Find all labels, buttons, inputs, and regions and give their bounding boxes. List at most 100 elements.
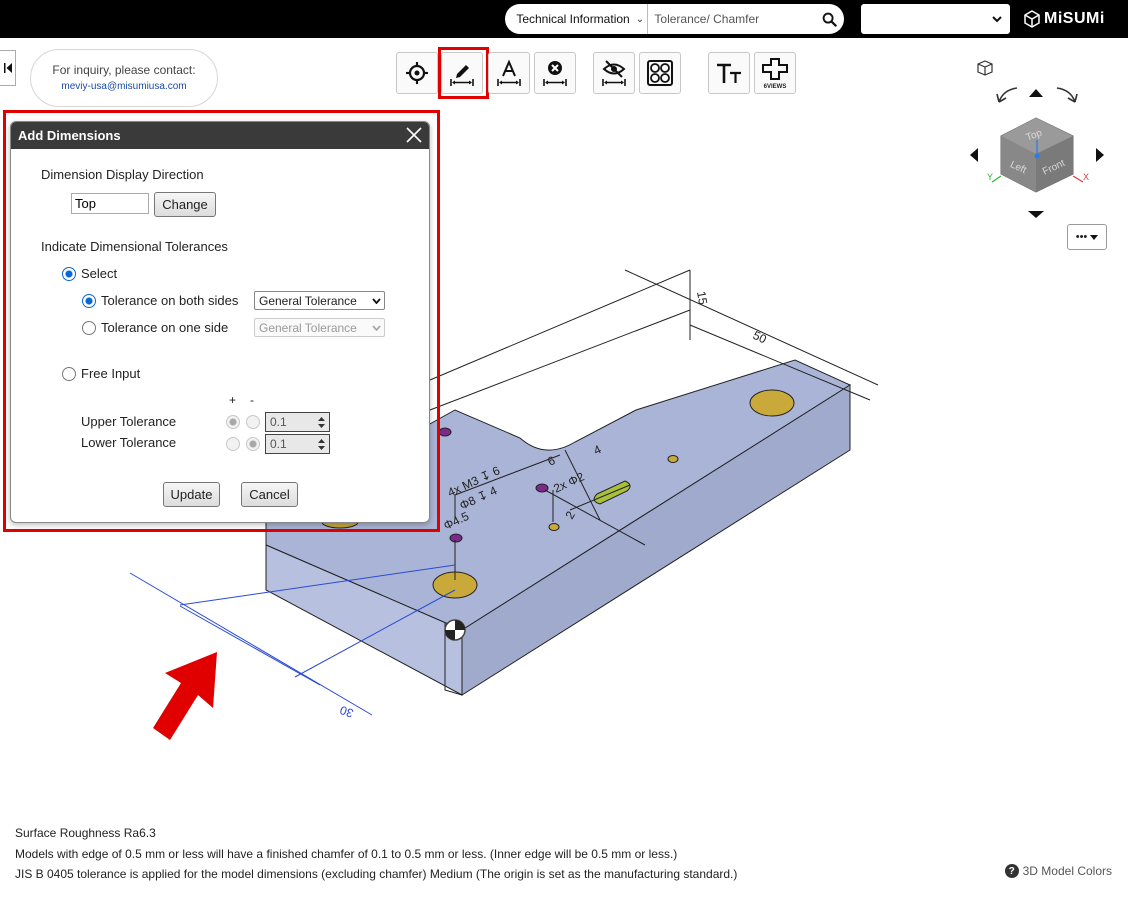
arrow-left-icon[interactable] <box>970 148 978 162</box>
model-colors-link[interactable]: ? 3D Model Colors <box>1004 864 1112 878</box>
lower-minus-radio[interactable] <box>246 437 260 451</box>
six-views-label: 6VIEWS <box>763 84 787 90</box>
dim-label: 50 <box>751 328 769 346</box>
small-cube-icon[interactable] <box>977 60 993 76</box>
one-side-tolerance-select[interactable]: General Tolerance <box>254 318 385 337</box>
eye-slash-dimension-icon <box>602 60 626 86</box>
one-side-radio[interactable] <box>82 321 96 335</box>
search-bar: Technical Information ⌄ <box>505 4 844 34</box>
both-sides-label: Tolerance on both sides <box>101 293 239 308</box>
both-sides-select-value: General Tolerance <box>259 293 357 308</box>
red-pointer-arrow <box>153 652 217 740</box>
holes-grid-icon <box>647 60 673 86</box>
collapse-left-icon <box>3 63 12 73</box>
caret-down-icon <box>1090 234 1099 240</box>
select-radio[interactable] <box>62 267 76 281</box>
upper-plus-radio[interactable] <box>226 415 240 429</box>
dim-label: 15 <box>694 290 710 306</box>
more-options-label: ••• <box>1075 231 1088 243</box>
both-sides-radio[interactable] <box>82 294 96 308</box>
search-category-label: Technical Information <box>516 12 630 26</box>
select-label: Select <box>81 266 118 281</box>
rotate-right-icon[interactable] <box>1056 87 1078 103</box>
update-button[interactable]: Update <box>163 482 220 507</box>
stepper-arrows-icon <box>318 416 325 428</box>
dialog-title: Add Dimensions <box>18 128 121 143</box>
free-input-radio[interactable] <box>62 367 76 381</box>
text-size-tool-button[interactable] <box>708 52 750 94</box>
chevron-down-icon: ⌄ <box>635 13 645 25</box>
hole-large-back <box>749 389 795 417</box>
six-views-tool-button[interactable]: 6VIEWS <box>754 52 796 94</box>
footer-notes: Surface Roughness Ra6.3 Models with edge… <box>15 823 737 885</box>
change-button[interactable]: Change <box>154 192 216 217</box>
search-button[interactable] <box>815 4 844 34</box>
hide-dimension-tool-button[interactable] <box>593 52 635 94</box>
one-side-select-value: General Tolerance <box>259 320 357 335</box>
both-sides-tolerance-select[interactable]: General Tolerance <box>254 291 385 310</box>
chevron-down-icon <box>372 297 381 304</box>
upper-tolerance-stepper[interactable]: 0.1 <box>265 412 330 432</box>
more-options-button[interactable]: ••• <box>1067 224 1107 250</box>
chevron-down-icon <box>372 324 381 331</box>
footer-line: Models with edge of 0.5 mm or less will … <box>15 846 678 861</box>
one-side-label: Tolerance on one side <box>101 320 229 335</box>
dialog-body: Dimension Display Direction Change Indic… <box>11 149 429 522</box>
minus-header: - <box>250 393 254 407</box>
rotate-left-icon[interactable] <box>996 87 1018 103</box>
upper-tolerance-label: Upper Tolerance <box>81 414 177 429</box>
six-views-icon <box>762 58 788 80</box>
footer-line: JIS B 0405 tolerance is applied for the … <box>15 867 738 881</box>
rotate-up-icon[interactable] <box>1029 89 1043 97</box>
hole-display-tool-button[interactable] <box>639 52 681 94</box>
language-select[interactable] <box>861 4 1010 34</box>
hole-small <box>548 523 560 531</box>
logo-text: MiSUMi <box>1044 10 1105 27</box>
letter-dimension-icon <box>497 59 521 86</box>
lower-plus-radio[interactable] <box>226 437 240 451</box>
inquiry-text: For inquiry, please contact: <box>52 63 196 77</box>
upper-minus-radio[interactable] <box>246 415 260 429</box>
text-dimension-tool-button[interactable] <box>488 52 530 94</box>
search-category-select[interactable]: Technical Information ⌄ <box>505 4 649 34</box>
tolerance-section-label: Indicate Dimensional Tolerances <box>41 239 228 254</box>
arrow-right-icon[interactable] <box>1096 148 1104 162</box>
inquiry-box: For inquiry, please contact: meviy-usa@m… <box>30 49 218 107</box>
plus-header: + <box>229 393 237 407</box>
chevron-down-icon <box>992 16 1002 23</box>
axis-y-label: Y <box>987 172 993 182</box>
model-colors-label: 3D Model Colors <box>1022 864 1112 878</box>
delete-dimension-tool-button[interactable] <box>534 52 576 94</box>
search-icon <box>822 12 837 27</box>
collapse-panel-button[interactable] <box>0 50 16 86</box>
hole-purple <box>449 533 463 543</box>
arrow-down-icon[interactable] <box>1028 211 1044 218</box>
axis-x-label: X <box>1083 172 1089 182</box>
free-input-label: Free Input <box>81 366 141 381</box>
view-cube-navigator: Top Left Front Y X <box>965 58 1115 228</box>
cancel-button[interactable]: Cancel <box>241 482 298 507</box>
lower-tolerance-label: Lower Tolerance <box>81 435 177 450</box>
add-dimensions-dialog: Add Dimensions Dimension Display Directi… <box>10 121 430 523</box>
crosshair-icon <box>406 62 428 84</box>
dialog-title-bar: Add Dimensions <box>11 122 429 149</box>
top-bar: Technical Information ⌄ MiSUMi <box>0 0 1128 38</box>
origin-tool-button[interactable] <box>396 52 438 94</box>
lower-tolerance-stepper[interactable]: 0.1 <box>265 434 330 454</box>
dim-label-selected: 30 <box>338 703 356 721</box>
search-input[interactable] <box>648 4 816 34</box>
close-icon[interactable] <box>405 126 423 144</box>
delete-dimension-icon <box>543 61 567 86</box>
misumi-logo: MiSUMi <box>1024 9 1105 29</box>
lower-tolerance-value: 0.1 <box>270 437 287 451</box>
hole-small <box>667 455 679 463</box>
stepper-arrows-icon <box>318 438 325 450</box>
direction-input[interactable] <box>71 193 149 214</box>
footer-line: Surface Roughness Ra6.3 <box>15 826 156 840</box>
origin-marker-icon <box>444 619 466 641</box>
hole-purple <box>438 427 452 437</box>
display-direction-label: Dimension Display Direction <box>41 167 204 182</box>
upper-tolerance-value: 0.1 <box>270 415 287 429</box>
text-size-icon <box>717 63 741 83</box>
inquiry-email-link[interactable]: meviy-usa@misumiusa.com <box>31 81 217 92</box>
